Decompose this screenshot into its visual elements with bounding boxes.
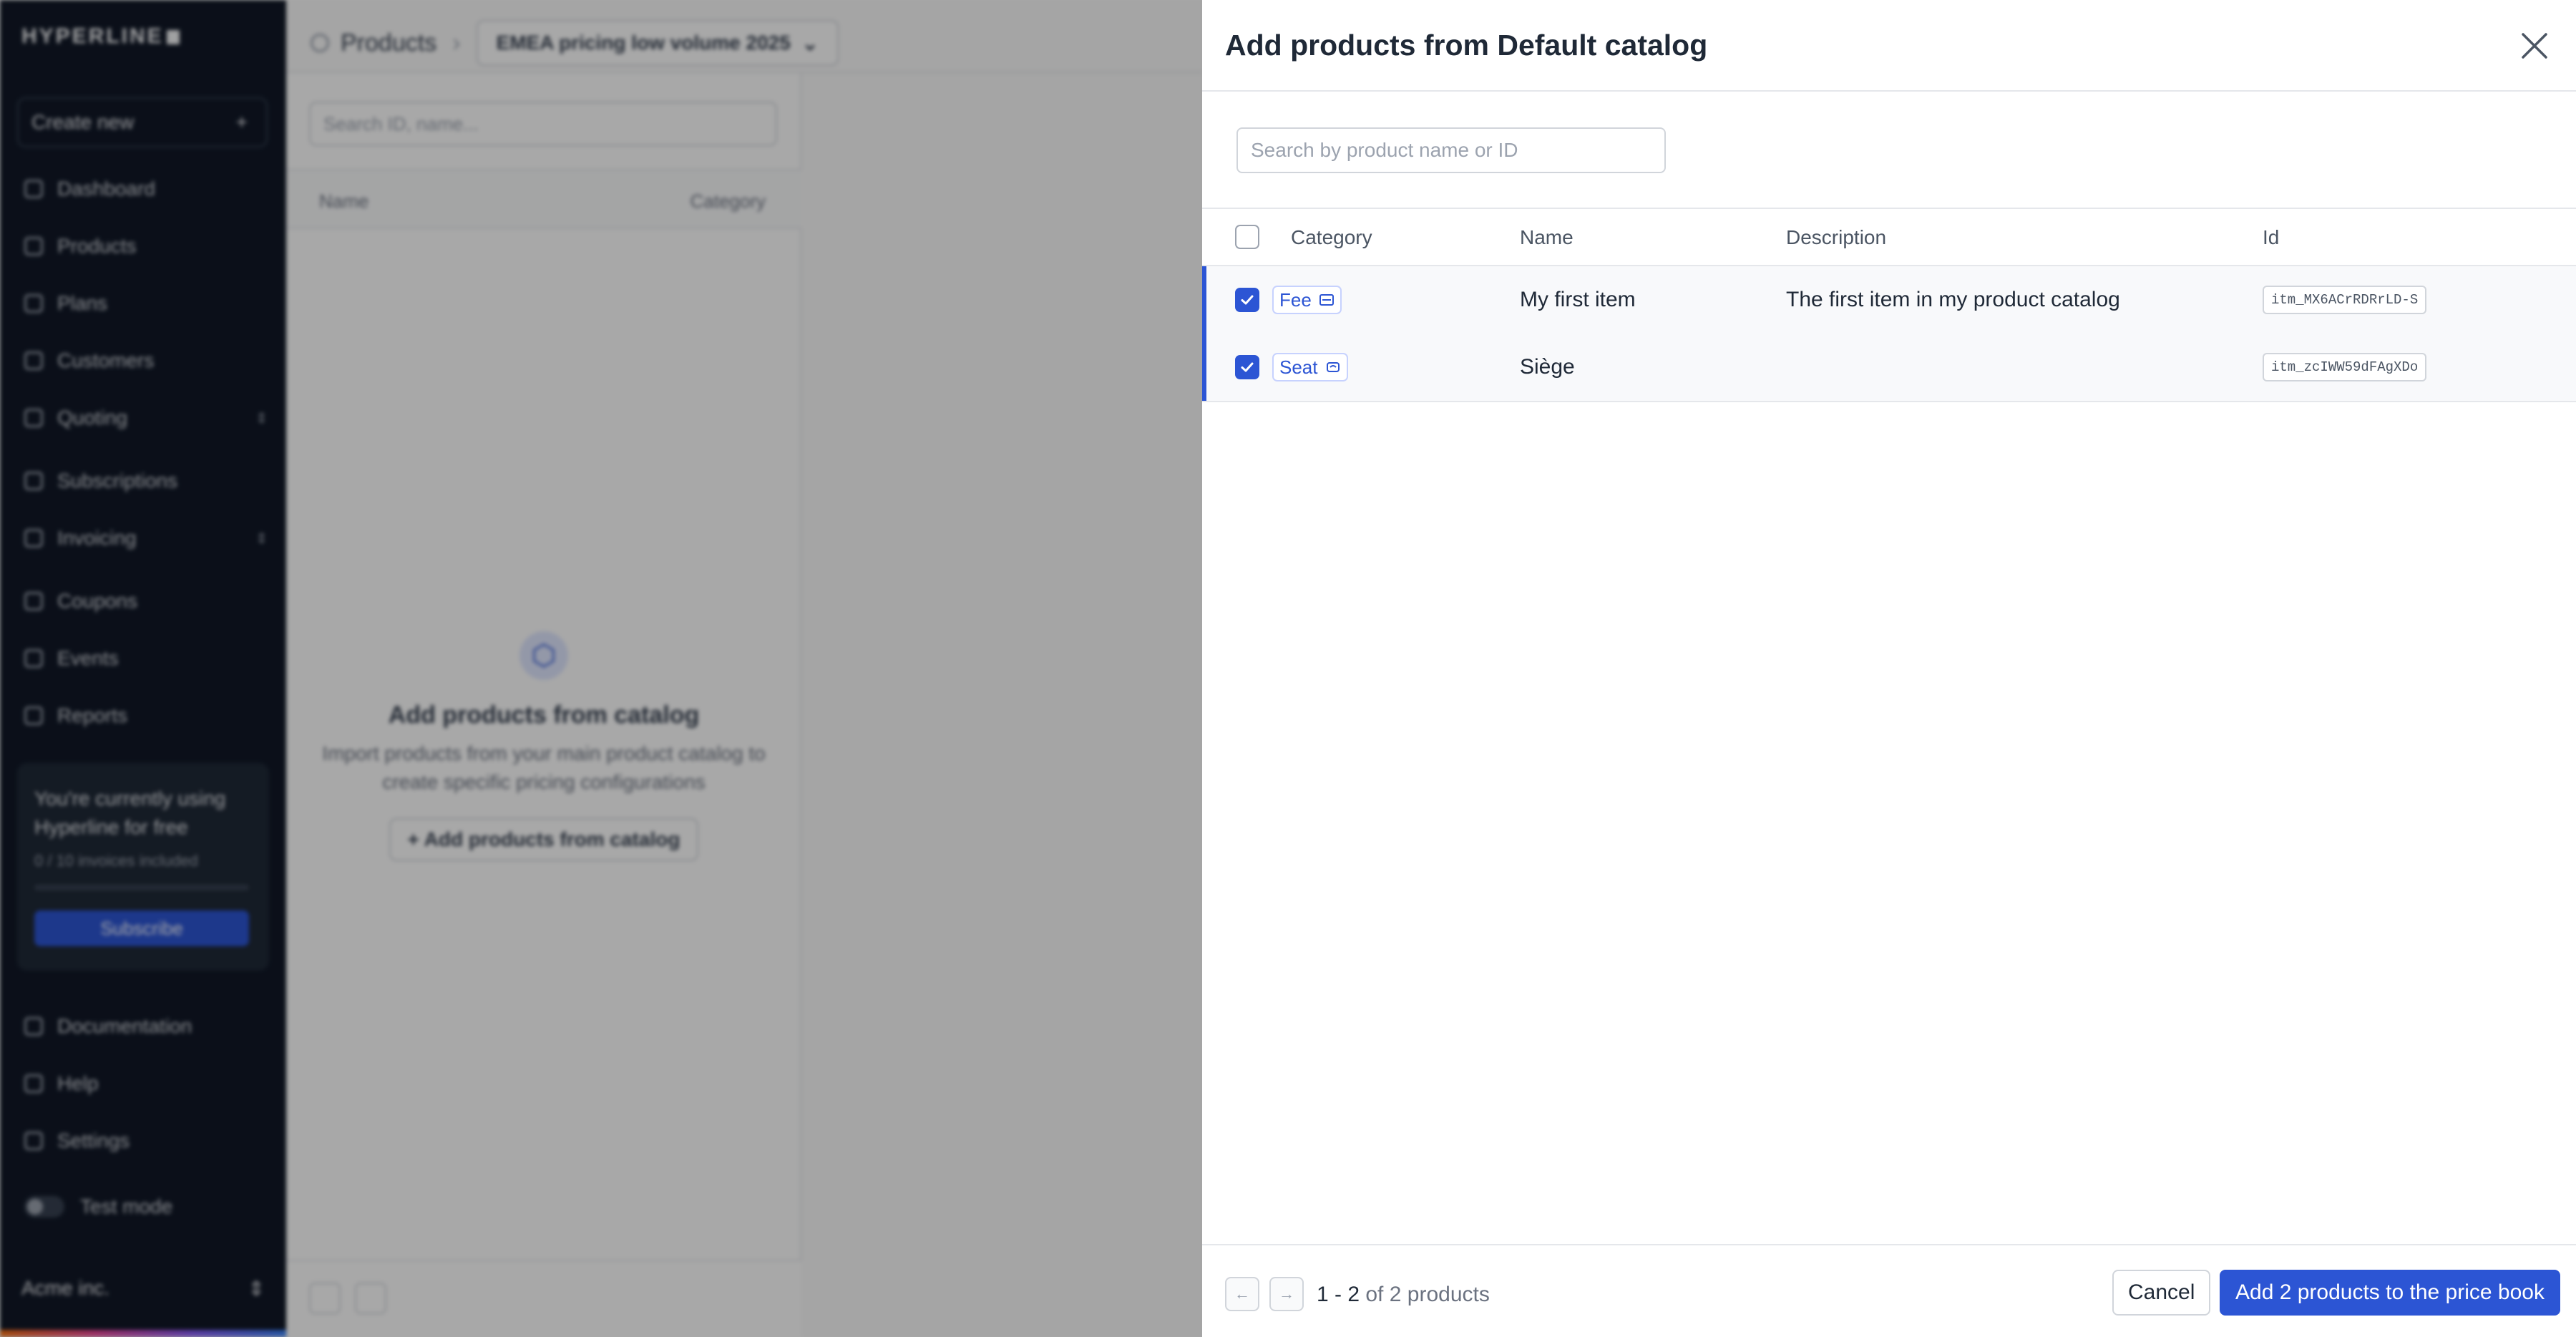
drawer-title: Add products from Default catalog xyxy=(1225,29,1708,62)
product-id[interactable]: itm_zcIWW59dFAgXDo xyxy=(2263,353,2427,381)
table-row[interactable]: Seat Siège itm_zcIWW59dFAgXDo xyxy=(1202,334,2576,401)
table-divider xyxy=(1202,401,2576,402)
drawer-footer: ← → 1 - 2 of 2 products Cancel Add 2 pro… xyxy=(1202,1244,2576,1337)
product-name: Siège xyxy=(1520,355,1575,379)
column-id: Id xyxy=(2263,226,2280,248)
fee-icon xyxy=(1319,294,1334,306)
checkmark-icon xyxy=(1241,295,1254,305)
add-products-drawer: Add products from Default catalog Catego… xyxy=(1202,0,2576,1337)
close-icon xyxy=(2522,33,2547,59)
pagination-summary: 1 - 2 of 2 products xyxy=(1317,1283,1490,1306)
table-row[interactable]: Fee My first item The first item in my p… xyxy=(1202,266,2576,334)
add-products-button[interactable]: Add 2 products to the price book xyxy=(2220,1270,2560,1316)
checkmark-icon xyxy=(1241,362,1254,372)
category-badge: Fee xyxy=(1272,286,1342,314)
product-description: The first item in my product catalog xyxy=(1786,288,2120,311)
column-category: Category xyxy=(1291,226,1372,248)
arrow-right-icon: → xyxy=(1279,1285,1294,1303)
select-all-checkbox[interactable] xyxy=(1235,225,1259,249)
catalog-search-input[interactable] xyxy=(1236,127,1666,173)
drawer-header: Add products from Default catalog xyxy=(1202,0,2576,92)
close-button[interactable] xyxy=(2513,24,2556,67)
column-description: Description xyxy=(1786,226,1887,248)
product-id[interactable]: itm_MX6ACrRDRrLD-S xyxy=(2263,286,2427,314)
selected-row-indicator xyxy=(1202,266,1206,334)
next-page-button[interactable]: → xyxy=(1269,1277,1304,1311)
column-name: Name xyxy=(1520,226,1574,248)
row-checkbox[interactable] xyxy=(1235,355,1259,379)
prev-page-button[interactable]: ← xyxy=(1225,1277,1259,1311)
row-checkbox[interactable] xyxy=(1235,288,1259,312)
seat-icon xyxy=(1326,362,1340,372)
selected-row-indicator xyxy=(1202,334,1206,401)
arrow-left-icon: ← xyxy=(1234,1285,1250,1303)
catalog-table-header: Category Name Description Id xyxy=(1202,208,2576,266)
cancel-button[interactable]: Cancel xyxy=(2112,1270,2211,1316)
category-badge: Seat xyxy=(1272,353,1348,381)
modal-backdrop[interactable] xyxy=(0,0,1202,1337)
product-name: My first item xyxy=(1520,288,1636,311)
